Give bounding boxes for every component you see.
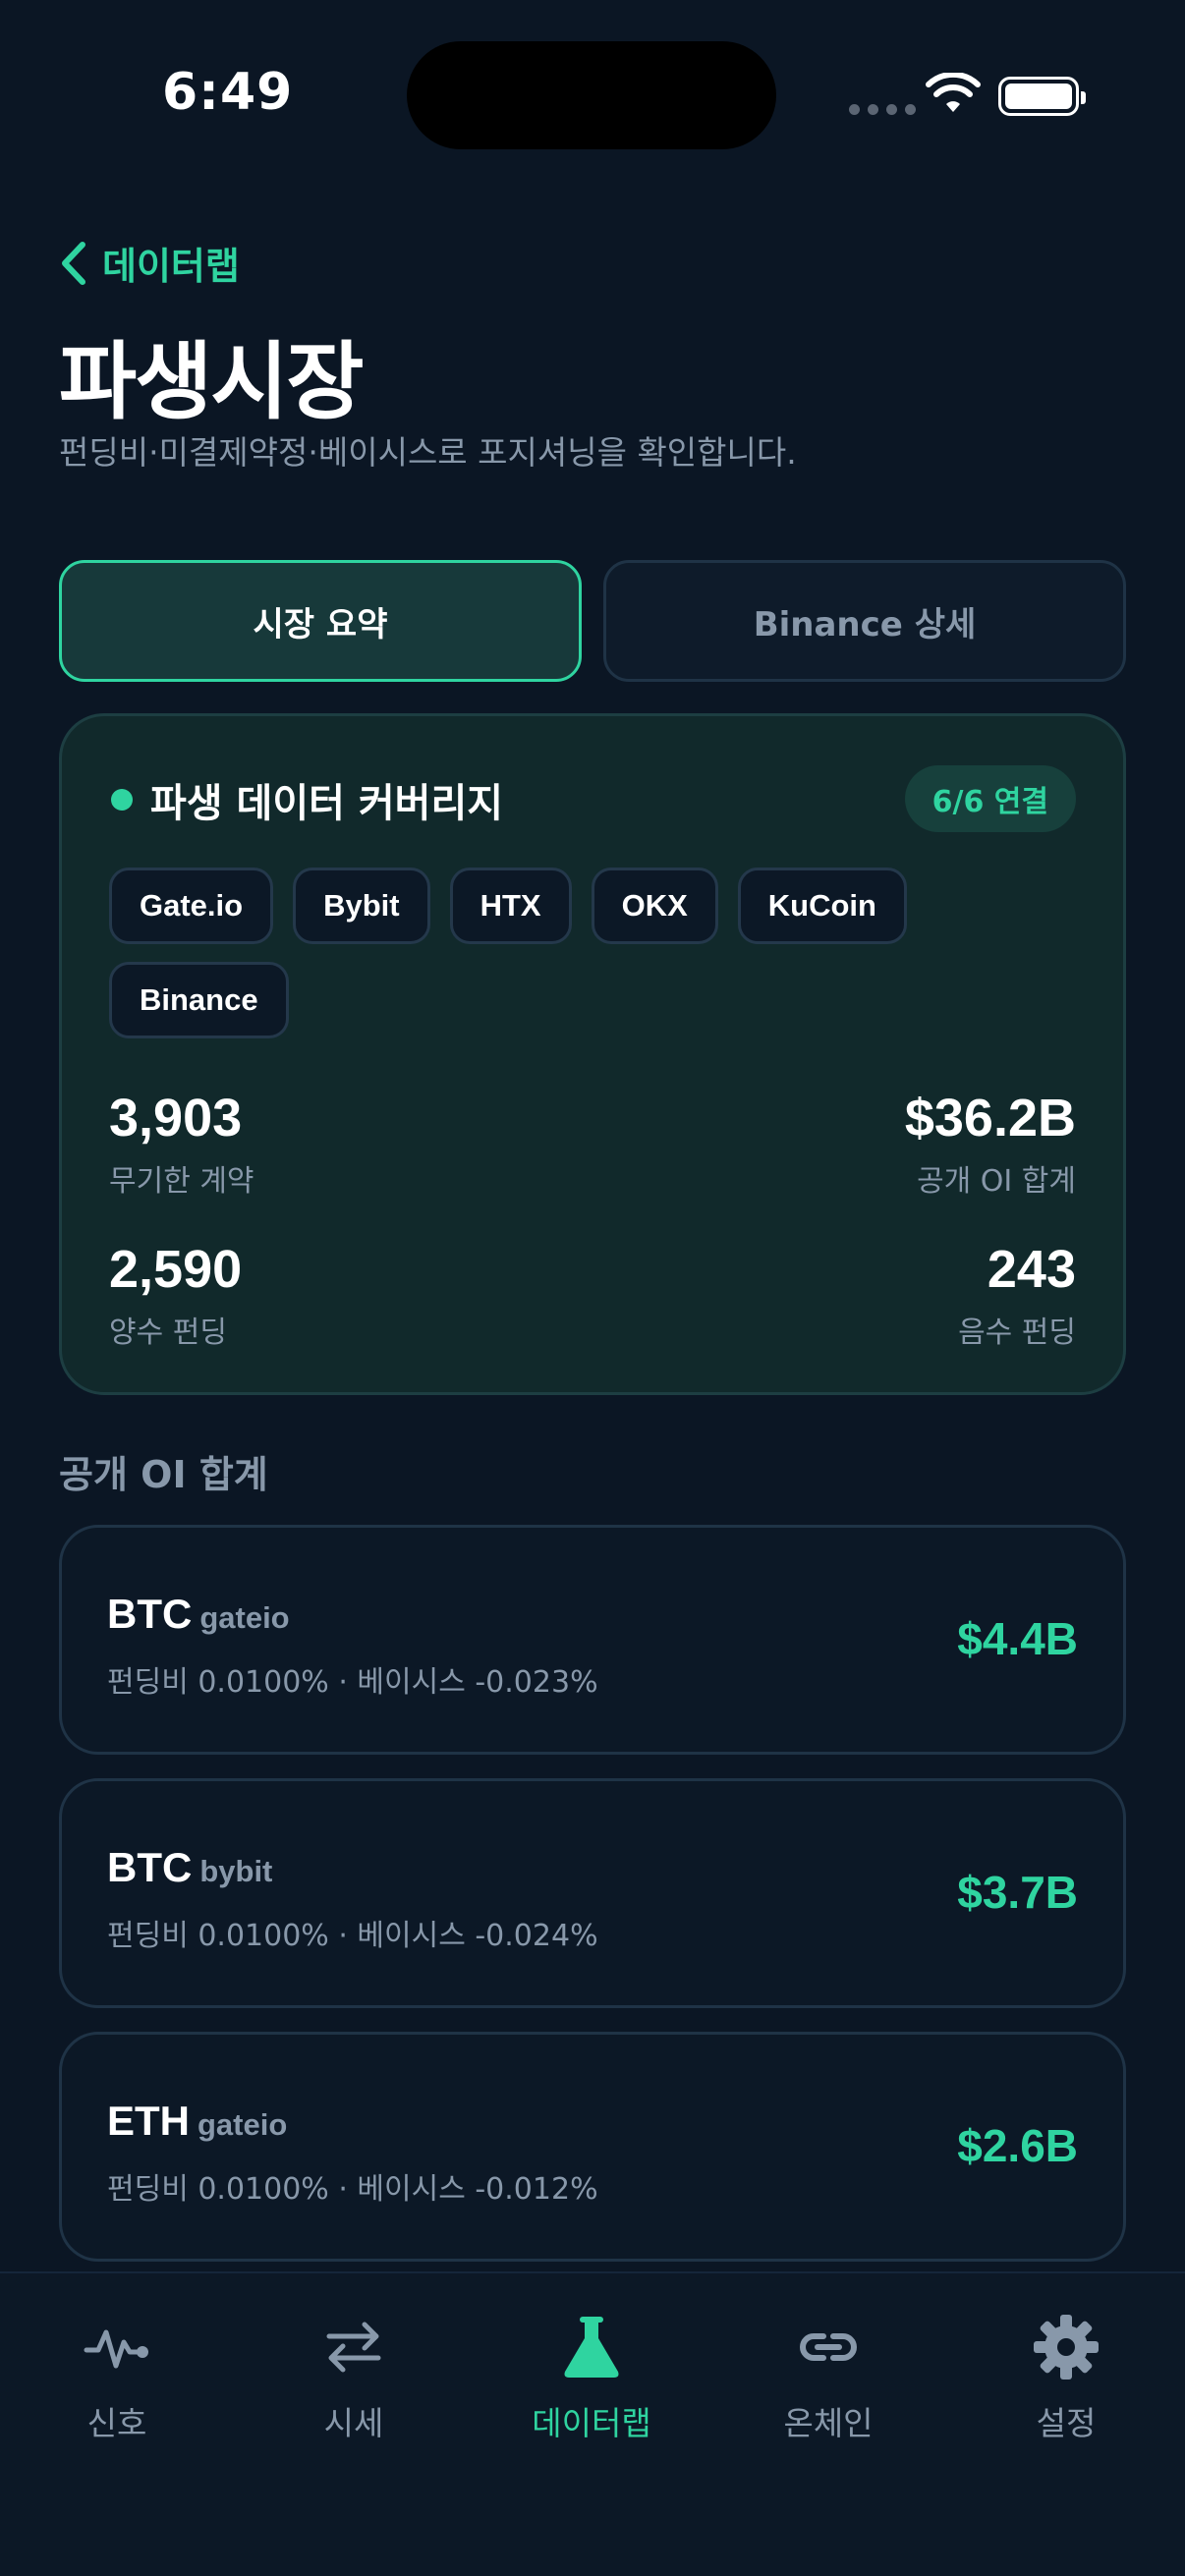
tab-market-summary[interactable]: 시장 요약 (59, 560, 582, 682)
coverage-title: 파생 데이터 커버리지 (150, 781, 504, 826)
nav-item-onchain[interactable]: 온체인 (730, 2313, 927, 2444)
nav-item-quotes[interactable]: 시세 (255, 2313, 452, 2444)
wifi-icon (926, 73, 981, 112)
oi-value: $2.6B (957, 2120, 1078, 2171)
oi-symbol: BTC gateio (107, 1591, 290, 1637)
chevron-left-icon (62, 241, 85, 285)
section-title: 공개 OI 합계 (59, 1453, 268, 1496)
exchange-chip: Gate.io (109, 868, 274, 944)
page-subtitle: 펀딩비·미결제약정·베이시스로 포지셔닝을 확인합니다. (59, 433, 797, 472)
exchange-chip: HTX (449, 868, 572, 944)
back-button[interactable]: 데이터랩 (59, 236, 240, 290)
oi-list-item[interactable]: ETH gateio 펀딩비 0.0100% · 베이시스 -0.012% $2.… (59, 2032, 1126, 2262)
dynamic-island (407, 41, 776, 149)
flask-icon (564, 2317, 619, 2378)
oi-meta: 펀딩비 0.0100% · 베이시스 -0.012% (107, 2172, 598, 2207)
nav-item-datalab[interactable]: 데이터랩 (493, 2313, 690, 2444)
nav-label: 시세 (323, 2404, 384, 2442)
stat-value: $36.2B (904, 1089, 1076, 1148)
stat-negative-funding: 243 음수 펀딩 (958, 1239, 1076, 1351)
tab-binance-detail[interactable]: Binance 상세 (603, 560, 1126, 682)
stat-value: 3,903 (109, 1089, 243, 1148)
exchange-chip: Binance (109, 962, 289, 1038)
oi-list-item[interactable]: BTC bybit 펀딩비 0.0100% · 베이시스 -0.024% $3.7… (59, 1778, 1126, 2008)
stat-label: 무기한 계약 (109, 1164, 254, 1199)
nav-label: 온체인 (783, 2404, 874, 2442)
stat-positive-funding: 2,590 양수 펀딩 (109, 1239, 242, 1351)
coverage-card: 파생 데이터 커버리지 6/6 연결 Gate.io Bybit HTX OKX… (59, 713, 1126, 1395)
battery-icon (998, 77, 1086, 116)
exchange-chip: KuCoin (737, 868, 907, 944)
back-label: 데이터랩 (102, 245, 240, 288)
bottom-nav: 신호 시세 데이터랩 온체인 설정 (0, 2271, 1185, 2576)
oi-value: $4.4B (957, 1613, 1078, 1664)
oi-exchange: bybit (199, 1854, 273, 1888)
nav-label: 신호 (86, 2404, 147, 2442)
page-title: 파생시장 (59, 333, 364, 431)
oi-symbol: ETH gateio (107, 2098, 288, 2144)
swap-arrows-icon (326, 2322, 381, 2373)
oi-symbol: BTC bybit (107, 1844, 273, 1890)
nav-item-signals[interactable]: 신호 (19, 2313, 215, 2444)
screen: 6:49 데이터랩 파생시장 펀딩비·미결제약정·베이시스로 포지셔닝을 확인합… (0, 0, 1185, 2576)
oi-meta: 펀딩비 0.0100% · 베이시스 -0.024% (107, 1919, 598, 1953)
status-time: 6:49 (162, 63, 294, 122)
cellular-signal-icon (849, 104, 916, 115)
stat-label: 양수 펀딩 (109, 1316, 227, 1350)
status-dot (111, 789, 133, 811)
gear-icon (1034, 2315, 1099, 2380)
stat-value: 2,590 (109, 1240, 243, 1299)
exchange-chip: OKX (591, 868, 718, 944)
connection-badge: 6/6 연결 (904, 765, 1076, 832)
stat-perpetual-contracts: 3,903 무기한 계약 (109, 1088, 254, 1200)
nav-item-settings[interactable]: 설정 (968, 2313, 1164, 2444)
exchange-chip: Bybit (293, 868, 430, 944)
exchange-chips: Gate.io Bybit HTX OKX KuCoin Binance (109, 868, 1052, 1038)
stat-open-interest: $36.2B 공개 OI 합계 (905, 1088, 1076, 1200)
oi-exchange: gateio (198, 2107, 288, 2142)
stat-label: 공개 OI 합계 (917, 1164, 1076, 1199)
pulse-icon (84, 2329, 148, 2369)
stat-label: 음수 펀딩 (958, 1316, 1076, 1350)
nav-label: 설정 (1036, 2404, 1097, 2442)
stat-value: 243 (987, 1240, 1076, 1299)
link-icon (800, 2333, 857, 2361)
oi-exchange: gateio (199, 1600, 290, 1635)
oi-meta: 펀딩비 0.0100% · 베이시스 -0.023% (107, 1665, 598, 1700)
oi-list-item[interactable]: BTC gateio 펀딩비 0.0100% · 베이시스 -0.023% $4.… (59, 1525, 1126, 1755)
oi-value: $3.7B (957, 1867, 1078, 1918)
nav-label: 데이터랩 (532, 2404, 651, 2442)
